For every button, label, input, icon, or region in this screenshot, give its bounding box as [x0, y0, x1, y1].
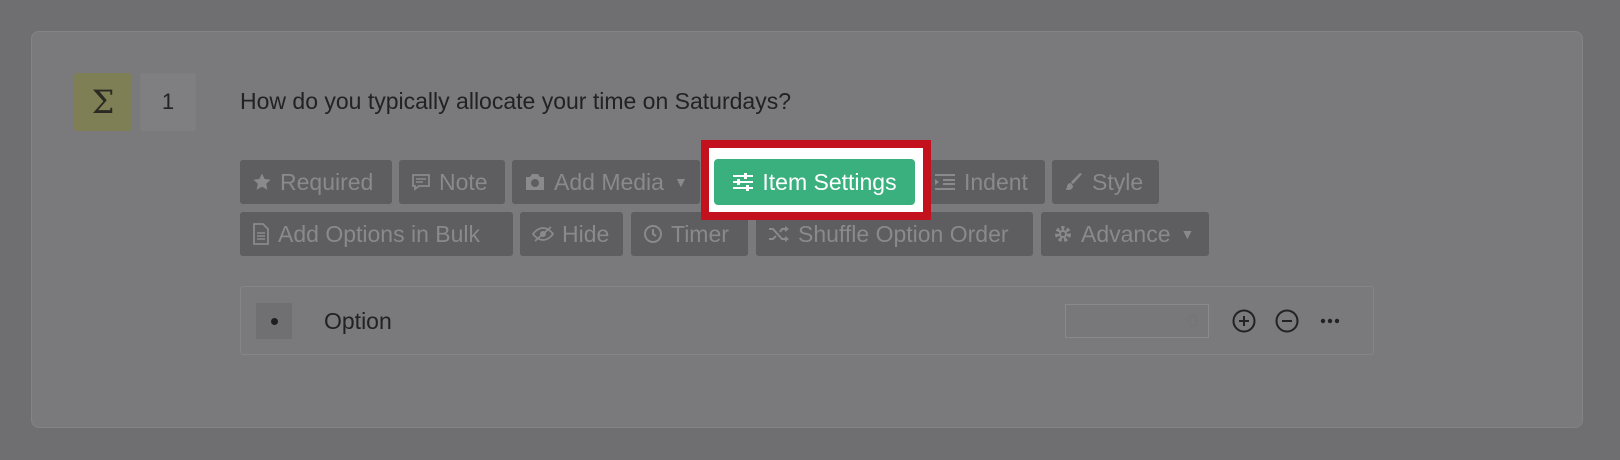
- question-number: 1: [140, 73, 196, 131]
- option-score-input[interactable]: [1065, 304, 1209, 338]
- bullet-icon: [270, 317, 278, 325]
- item-settings-label: Item Settings: [762, 168, 897, 195]
- brush-icon: [1065, 173, 1082, 190]
- hide-label: Hide: [562, 220, 610, 247]
- add-options-bulk-label: Add Options in Bulk: [278, 220, 481, 247]
- advance-button[interactable]: Advance ▼: [1041, 212, 1209, 256]
- sliders-icon: [733, 173, 754, 191]
- indent-icon: [935, 174, 955, 190]
- add-media-button[interactable]: Add Media ▼: [512, 160, 700, 204]
- drag-handle[interactable]: [256, 303, 292, 339]
- comment-icon: [412, 174, 430, 191]
- star-icon: [253, 173, 271, 190]
- plus-circle-icon[interactable]: [1231, 308, 1257, 334]
- eye-slash-icon: [532, 226, 554, 242]
- caret-down-icon: ▼: [1180, 226, 1195, 242]
- item-settings-button[interactable]: Item Settings: [714, 159, 915, 205]
- sigma-icon[interactable]: Σ: [74, 73, 132, 131]
- option-row: Option: [240, 286, 1374, 355]
- shuffle-label: Shuffle Option Order: [798, 220, 1009, 247]
- add-media-label: Add Media: [554, 168, 664, 195]
- gear-icon: [1055, 226, 1071, 242]
- required-label: Required: [280, 168, 374, 195]
- camera-icon: [526, 174, 544, 190]
- question-text[interactable]: How do you typically allocate your time …: [240, 88, 791, 115]
- required-button[interactable]: Required: [240, 160, 392, 204]
- minus-circle-icon[interactable]: [1274, 308, 1300, 334]
- indent-button[interactable]: Indent: [922, 160, 1045, 204]
- style-label: Style: [1092, 168, 1144, 195]
- caret-down-icon: ▼: [673, 174, 688, 190]
- indent-label: Indent: [964, 168, 1028, 195]
- option-label[interactable]: Option: [324, 308, 392, 335]
- advance-label: Advance: [1081, 220, 1171, 247]
- style-button[interactable]: Style: [1052, 160, 1159, 204]
- note-button[interactable]: Note: [399, 160, 505, 204]
- file-icon: [253, 223, 269, 245]
- clock-icon: [644, 225, 662, 243]
- hide-button[interactable]: Hide: [520, 212, 623, 256]
- timer-label: Timer: [671, 220, 729, 247]
- shuffle-icon: [769, 226, 789, 242]
- note-label: Note: [439, 168, 488, 195]
- more-icon[interactable]: [1317, 308, 1343, 334]
- add-options-bulk-button[interactable]: Add Options in Bulk: [240, 212, 513, 256]
